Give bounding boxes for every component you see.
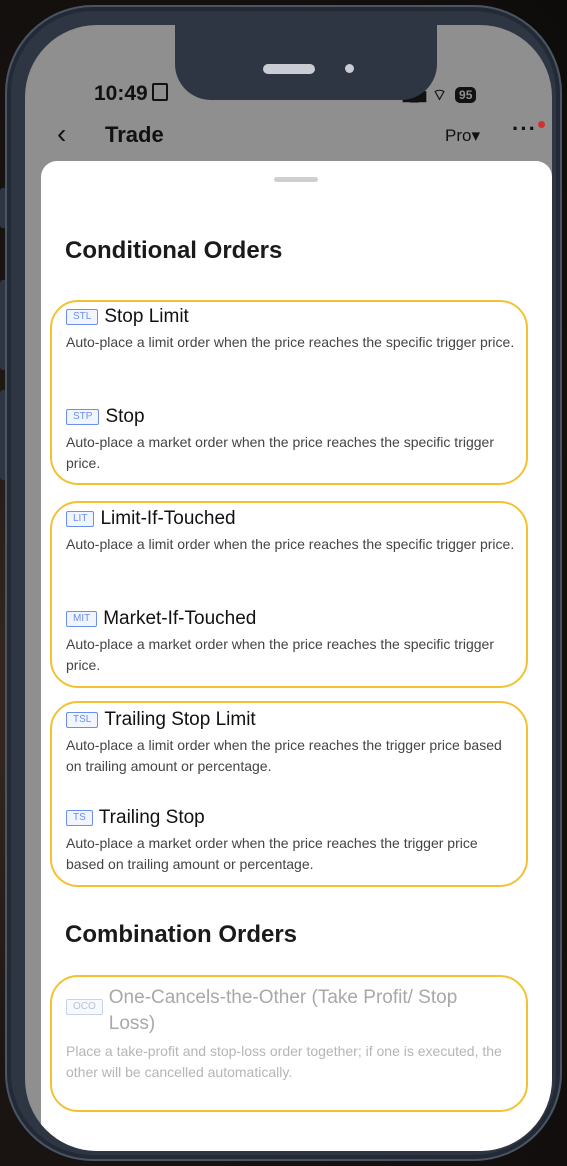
conditional-orders-title: Conditional Orders xyxy=(65,237,283,264)
order-tag: STP xyxy=(66,409,100,425)
header: ‹ Trade Pro▾ ··· xyxy=(25,116,552,160)
order-name: Trailing Stop xyxy=(98,807,205,828)
combination-orders-title: Combination Orders xyxy=(65,921,298,948)
status-time: 10:49 xyxy=(94,82,168,106)
order-name: One-Cancels-the-Other (Take Profit/ Stop… xyxy=(108,987,458,1034)
order-name: Limit-If-Touched xyxy=(100,508,236,529)
order-group: OCO One-Cancels-the-Other (Take Profit/ S… xyxy=(50,975,528,1112)
wifi-icon: ⌔ xyxy=(431,87,448,104)
order-name: Stop xyxy=(105,406,145,427)
order-tag: STL xyxy=(66,309,99,325)
order-type-sheet: Conditional Orders STL Stop Limit Auto-pl… xyxy=(41,161,552,1151)
screen: 10:49 ▂▄▆ ⌔ 95 ‹ Trade Pro▾ ··· Conditio… xyxy=(25,25,552,1151)
phone-frame: 10:49 ▂▄▆ ⌔ 95 ‹ Trade Pro▾ ··· Conditio… xyxy=(5,5,562,1161)
order-group: STL Stop Limit Auto-place a limit order w… xyxy=(50,300,528,485)
order-item-trailing-stop-limit[interactable]: TSL Trailing Stop Limit Auto-place a limi… xyxy=(66,709,516,777)
order-tag: LIT xyxy=(66,511,95,527)
order-name: Trailing Stop Limit xyxy=(104,709,256,730)
sim-icon xyxy=(151,83,168,101)
pro-dropdown[interactable]: Pro▾ xyxy=(445,126,480,146)
order-tag: MIT xyxy=(66,611,98,627)
order-description: Auto-place a market order when the price… xyxy=(66,434,494,471)
page-title: Trade xyxy=(105,122,164,147)
order-group: TSL Trailing Stop Limit Auto-place a limi… xyxy=(50,701,528,887)
order-name: Stop Limit xyxy=(104,306,189,327)
drag-handle[interactable] xyxy=(274,177,318,182)
back-icon[interactable]: ‹ xyxy=(57,118,66,150)
order-description: Auto-place a limit order when the price … xyxy=(66,334,515,350)
order-tag: TSL xyxy=(66,712,99,728)
order-description: Auto-place a limit order when the price … xyxy=(66,737,502,774)
order-description: Auto-place a market order when the price… xyxy=(66,636,494,673)
order-description: Auto-place a limit order when the price … xyxy=(66,536,515,552)
order-item-trailing-stop[interactable]: TS Trailing Stop Auto-place a market orde… xyxy=(66,807,516,875)
notch xyxy=(175,25,437,100)
order-item-market-if-touched[interactable]: MIT Market-If-Touched Auto-place a market… xyxy=(66,608,516,676)
order-item-limit-if-touched[interactable]: LIT Limit-If-Touched Auto-place a limit o… xyxy=(66,508,516,555)
order-tag: OCO xyxy=(66,999,103,1015)
battery-icon: 95 xyxy=(455,87,477,103)
camera xyxy=(345,64,354,73)
order-group: LIT Limit-If-Touched Auto-place a limit o… xyxy=(50,501,528,688)
more-icon[interactable]: ··· xyxy=(512,116,537,142)
speaker xyxy=(263,64,315,74)
order-tag: TS xyxy=(66,810,93,826)
order-item-oco[interactable]: OCO One-Cancels-the-Other (Take Profit/ S… xyxy=(66,985,516,1083)
notification-dot xyxy=(538,121,545,128)
order-name: Market-If-Touched xyxy=(103,608,257,629)
order-description: Auto-place a market order when the price… xyxy=(66,835,478,872)
order-item-stop-limit[interactable]: STL Stop Limit Auto-place a limit order w… xyxy=(66,306,516,353)
order-description: Place a take-profit and stop-loss order … xyxy=(66,1043,502,1080)
order-item-stop[interactable]: STP Stop Auto-place a market order when t… xyxy=(66,406,516,474)
